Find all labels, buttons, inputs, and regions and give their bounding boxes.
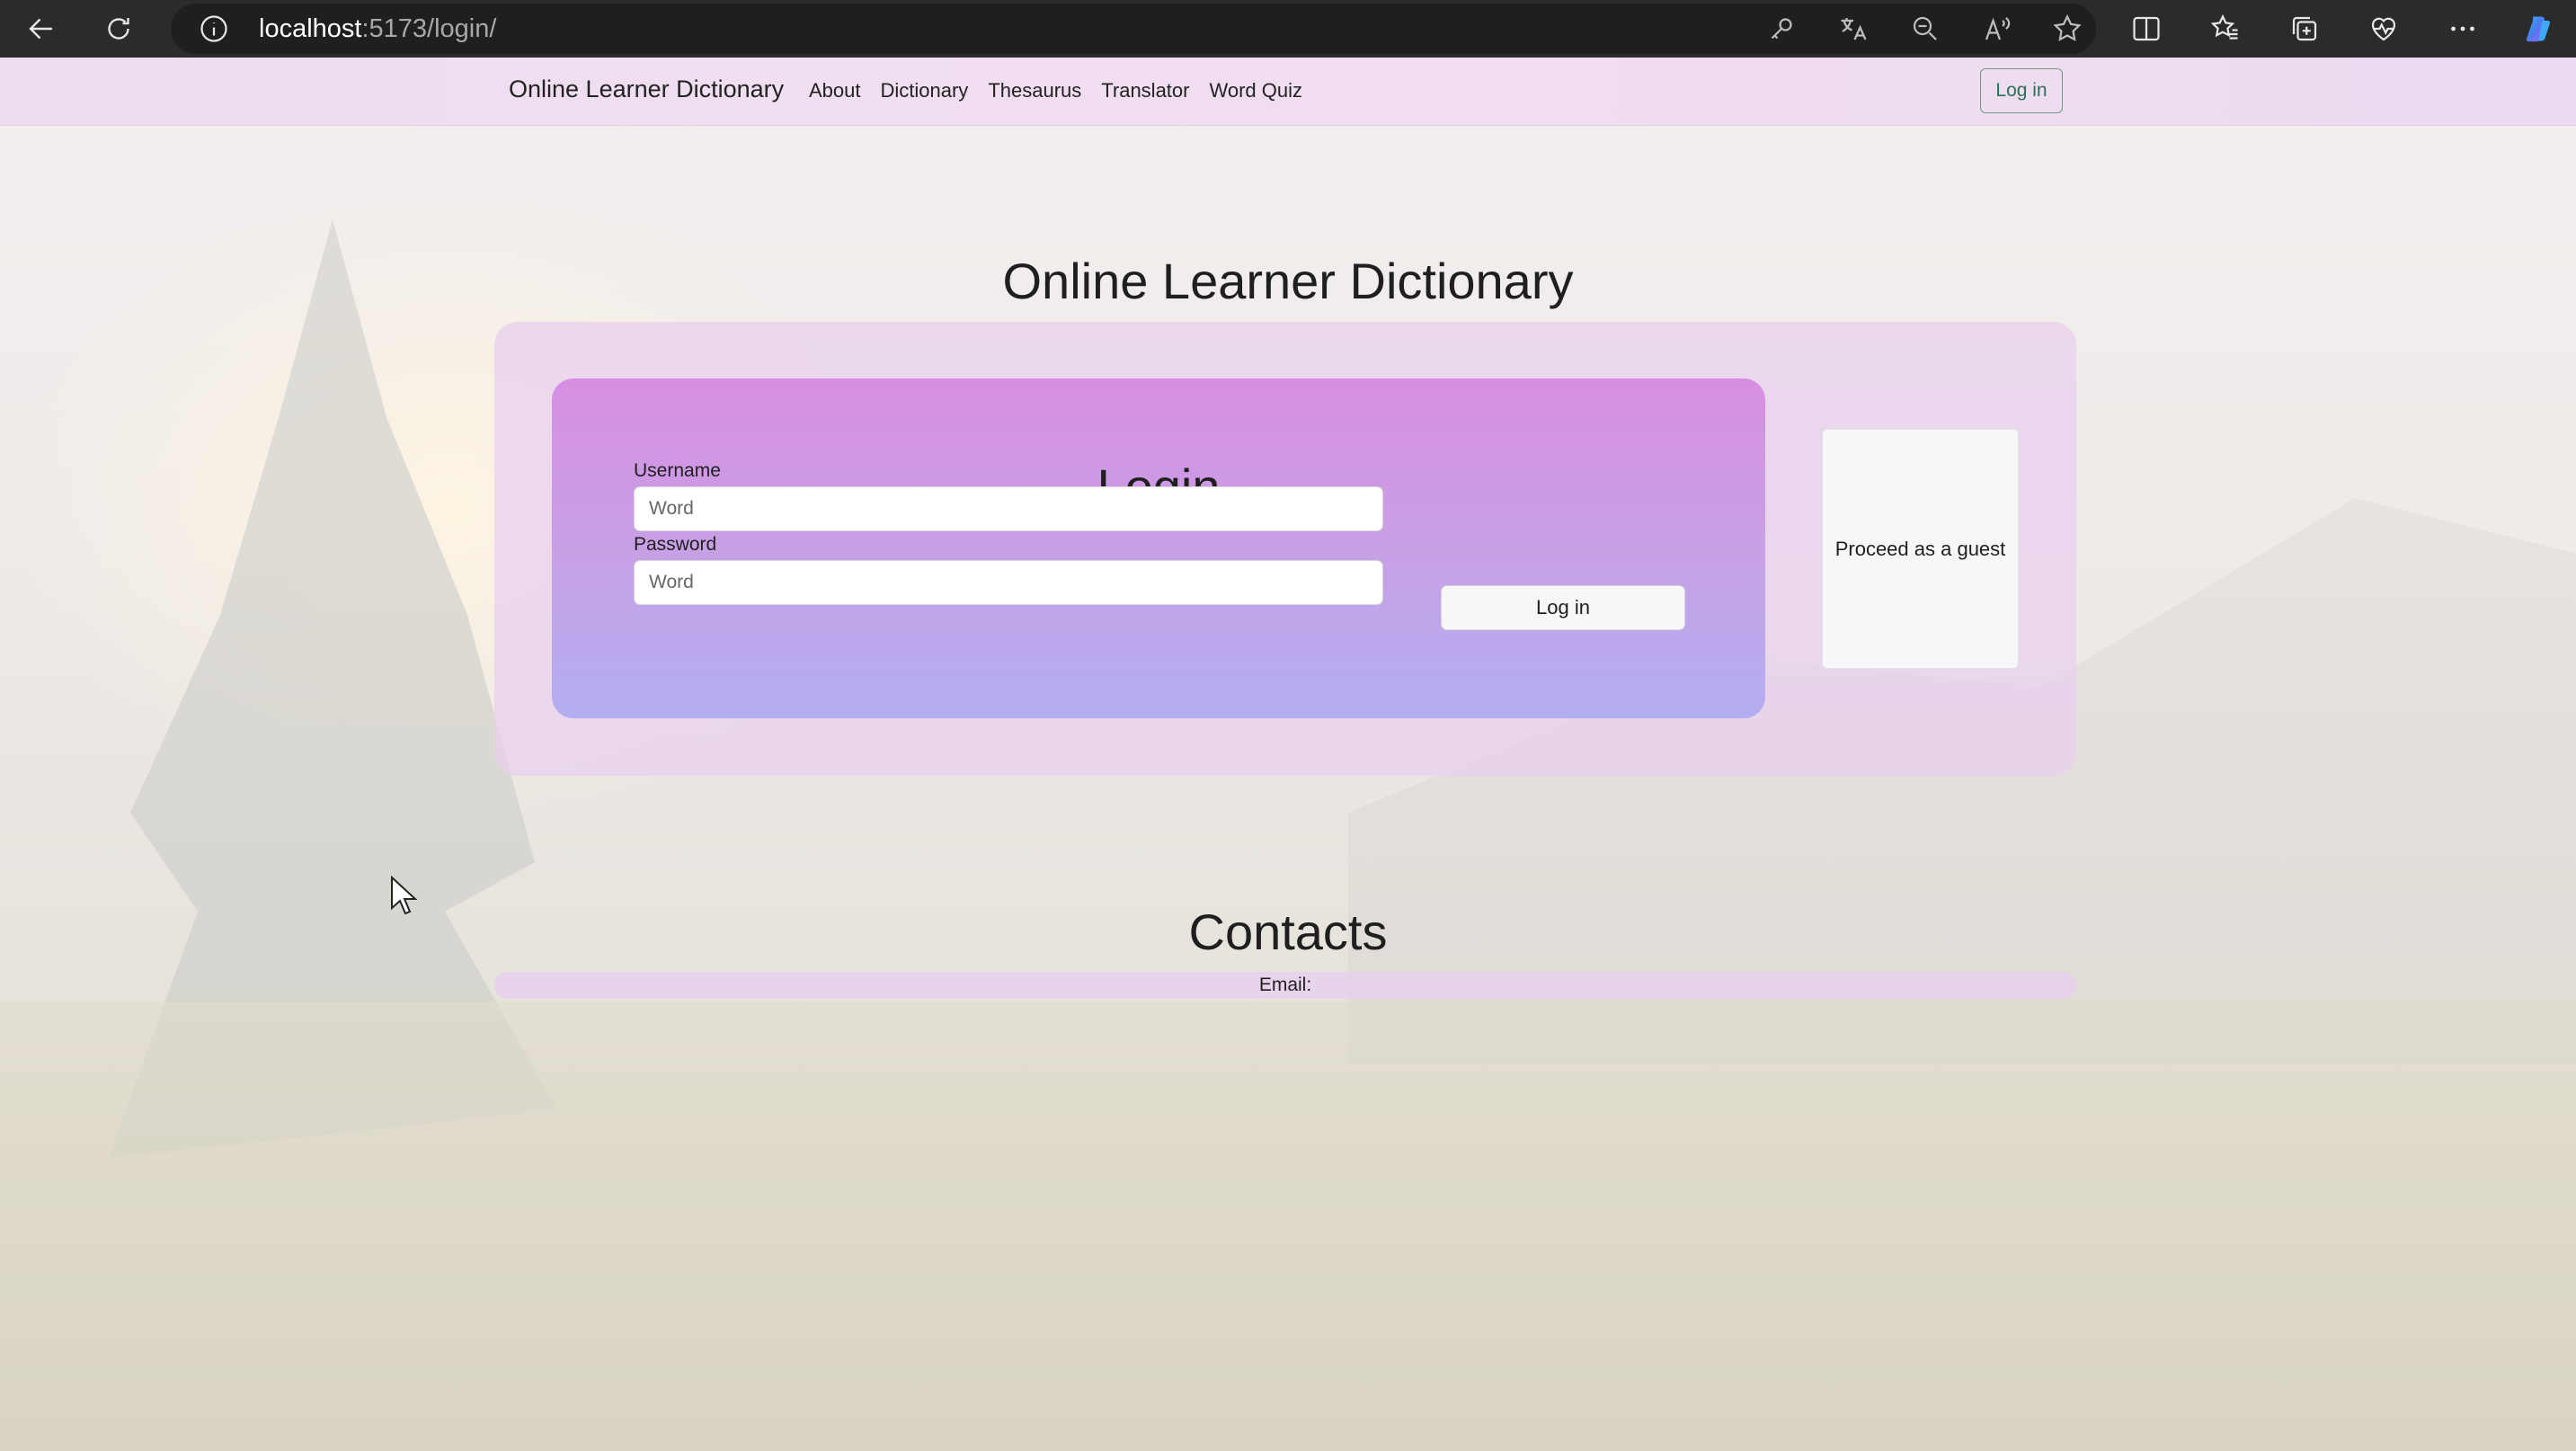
nav-link-thesaurus[interactable]: Thesaurus (988, 79, 1081, 102)
navbar-links: About Dictionary Thesaurus Translator Wo… (809, 79, 1302, 102)
browser-essentials-icon[interactable] (2362, 7, 2405, 50)
password-input[interactable]: Word (634, 560, 1383, 605)
username-label: Username (634, 460, 721, 481)
more-options-icon[interactable] (2441, 7, 2484, 50)
contacts-email-bar: Email: (494, 972, 2076, 999)
background-meadow (0, 1001, 2576, 1451)
browser-toolbar: localhost:5173/login/ (0, 0, 2576, 58)
favorites-icon[interactable] (2204, 7, 2247, 50)
page-title: Online Learner Dictionary (1002, 253, 1574, 309)
navbar-brand[interactable]: Online Learner Dictionary (509, 76, 784, 103)
password-label: Password (634, 534, 717, 555)
proceed-as-guest-button[interactable]: Proceed as a guest (1822, 429, 2019, 669)
address-bar[interactable]: localhost:5173/login/ (171, 4, 2096, 54)
nav-link-translator[interactable]: Translator (1101, 79, 1189, 102)
site-navbar: Online Learner Dictionary About Dictiona… (0, 58, 2576, 126)
login-card: Login Username Word Password Word Log in (552, 378, 1765, 718)
read-aloud-icon[interactable] (1981, 13, 2013, 45)
contacts-heading: Contacts (1188, 904, 1388, 960)
favorite-star-icon[interactable] (2051, 13, 2083, 45)
nav-link-word-quiz[interactable]: Word Quiz (1209, 79, 1302, 102)
nav-link-about[interactable]: About (809, 79, 861, 102)
key-icon[interactable] (1765, 13, 1798, 45)
copilot-icon[interactable] (2517, 7, 2560, 50)
collections-icon[interactable] (2283, 7, 2326, 50)
refresh-icon[interactable] (95, 5, 142, 52)
navbar-login-button[interactable]: Log in (1980, 68, 2063, 113)
page-viewport: Online Learner Dictionary About Dictiona… (0, 58, 2576, 1451)
login-submit-button[interactable]: Log in (1441, 585, 1685, 630)
url-text: localhost:5173/login/ (259, 14, 497, 43)
split-screen-icon[interactable] (2125, 7, 2168, 50)
mouse-cursor-icon (391, 876, 417, 915)
translate-icon[interactable] (1837, 13, 1870, 45)
username-input[interactable]: Word (634, 486, 1383, 531)
info-icon[interactable] (198, 13, 230, 45)
nav-link-dictionary[interactable]: Dictionary (881, 79, 969, 102)
back-icon[interactable] (18, 5, 65, 52)
zoom-out-icon[interactable] (1909, 13, 1941, 45)
email-label: Email: (1258, 975, 1312, 995)
